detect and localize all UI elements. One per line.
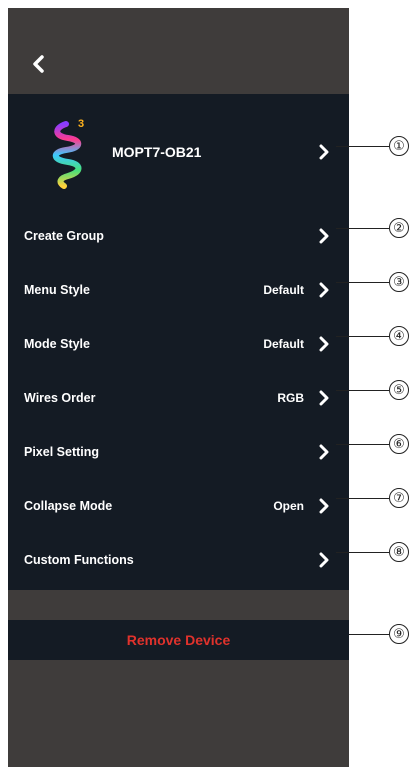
chevron-right-icon (319, 144, 329, 160)
device-row[interactable]: 3 MOPT7-OB21 (8, 118, 349, 189)
menu-item-label: Custom Functions (24, 553, 134, 567)
menu-item-menu-style[interactable]: Menu Style Default (8, 270, 349, 310)
callout-line (336, 498, 389, 499)
menu-item-label: Menu Style (24, 283, 90, 297)
callout-line (336, 552, 389, 553)
chevron-right-icon (319, 336, 329, 352)
menu-item-value: Open (273, 499, 304, 513)
chevron-right-icon (319, 228, 329, 244)
menu-item-mode-style[interactable]: Mode Style Default (8, 324, 349, 364)
settings-panel: 3 MOPT7-OB21 Create Group Menu Style Def… (8, 94, 349, 590)
menu-item-label: Wires Order (24, 391, 96, 405)
callout-line (336, 336, 389, 337)
callout-number: ② (389, 218, 409, 238)
menu-item-wires-order[interactable]: Wires Order RGB (8, 378, 349, 418)
menu-item-label: Collapse Mode (24, 499, 113, 513)
callout-number: ⑤ (389, 380, 409, 400)
top-bar (8, 8, 349, 94)
menu-item-custom-functions[interactable]: Custom Functions (8, 540, 349, 580)
callout-number: ⑨ (389, 624, 409, 644)
callout-line (336, 228, 389, 229)
back-button[interactable] (26, 52, 50, 76)
logo-badge: 3 (78, 118, 85, 130)
callout-number: ④ (389, 326, 409, 346)
device-logo: 3 (48, 116, 92, 192)
menu-item-create-group[interactable]: Create Group (8, 216, 349, 256)
menu-item-label: Pixel Setting (24, 445, 100, 459)
chevron-left-icon (33, 55, 44, 73)
remove-device-label: Remove Device (126, 632, 231, 648)
chevron-right-icon (319, 444, 329, 460)
chevron-right-icon (319, 498, 329, 514)
phone-screen: 3 MOPT7-OB21 Create Group Menu Style Def… (8, 8, 349, 767)
chevron-right-icon (319, 552, 329, 568)
callout-number: ⑦ (389, 488, 409, 508)
remove-device-button[interactable]: Remove Device (8, 620, 349, 660)
callout-line (336, 282, 389, 283)
menu-item-label: Create Group (24, 229, 104, 243)
callout-number: ③ (389, 272, 409, 292)
callout-number: ⑥ (389, 434, 409, 454)
menu-item-value: Default (263, 283, 304, 297)
callout-line (349, 634, 389, 635)
callout-line (336, 146, 389, 147)
callout-number: ⑧ (389, 542, 409, 562)
chevron-right-icon (319, 390, 329, 406)
menu-item-value: Default (263, 337, 304, 351)
menu-item-collapse-mode[interactable]: Collapse Mode Open (8, 486, 349, 526)
menu-item-value: RGB (277, 391, 304, 405)
device-name: MOPT7-OB21 (112, 144, 202, 160)
callout-line (336, 390, 389, 391)
menu-item-pixel-setting[interactable]: Pixel Setting (8, 432, 349, 472)
chevron-right-icon (319, 282, 329, 298)
menu-item-label: Mode Style (24, 337, 90, 351)
callout-number: ① (389, 136, 409, 156)
callout-line (336, 444, 389, 445)
